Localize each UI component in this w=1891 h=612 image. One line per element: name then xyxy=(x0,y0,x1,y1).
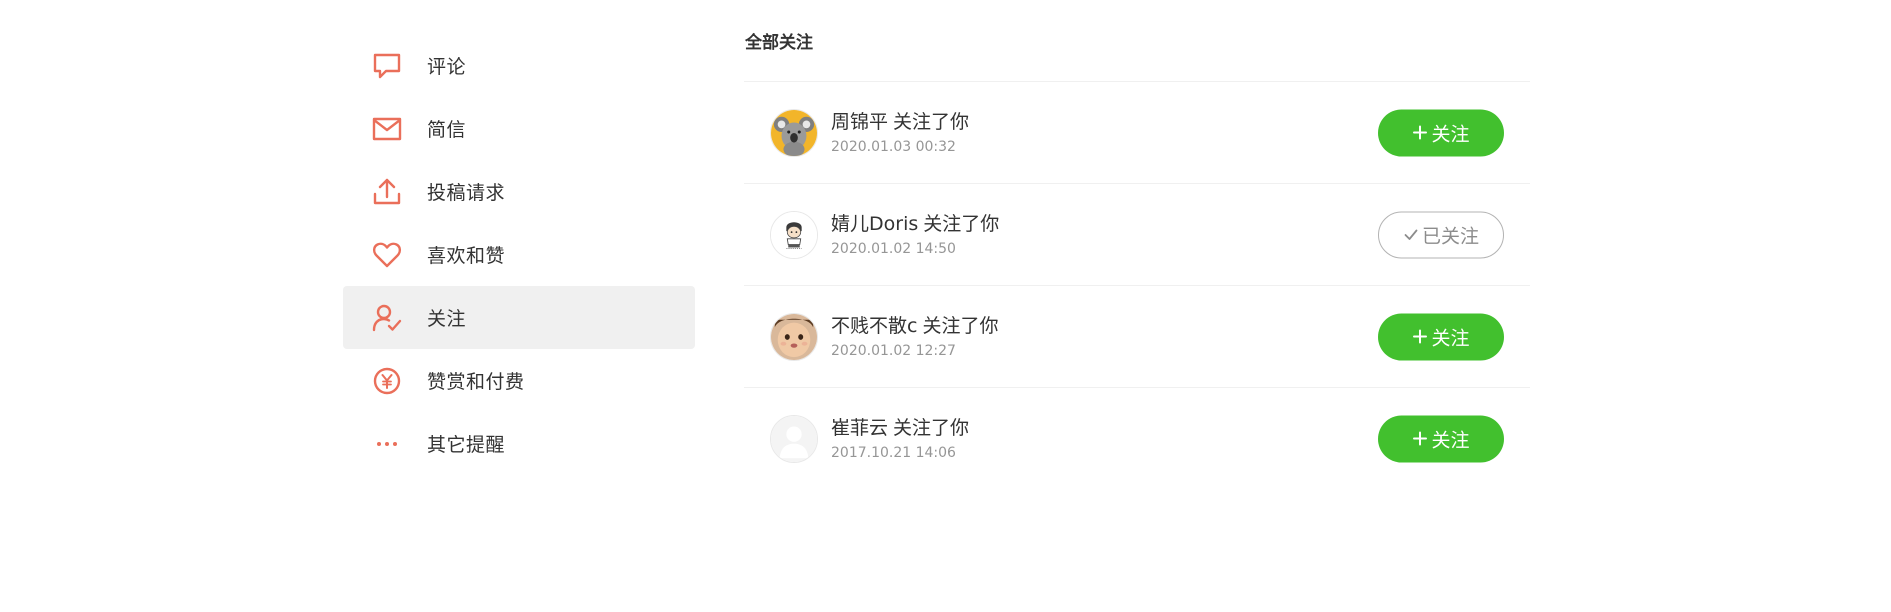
notification-info: 不贱不散c 关注了你 2020.01.02 12:27 xyxy=(831,314,998,360)
notification-action: 关注了你 xyxy=(893,416,970,439)
notification-action: 关注了你 xyxy=(893,110,970,133)
notification-text: 周锦平 关注了你 xyxy=(831,110,969,134)
notification-list: 周锦平 关注了你 2020.01.03 00:32 关注 婧儿Doris 关注了… xyxy=(744,81,1530,489)
sidebar-item-label: 其它提醒 xyxy=(427,434,506,456)
sidebar-item-label: 关注 xyxy=(427,308,467,330)
timestamp: 2017.10.21 14:06 xyxy=(831,444,956,461)
notification-action: 关注了你 xyxy=(922,314,999,337)
sidebar-item-likes[interactable]: 喜欢和赞 xyxy=(343,223,695,286)
yen-icon xyxy=(372,366,402,396)
follow-button[interactable]: 关注 xyxy=(1378,313,1504,360)
notification-info: 婧儿Doris 关注了你 2020.01.02 14:50 xyxy=(831,212,999,258)
notification-text: 不贱不散c 关注了你 xyxy=(831,314,998,338)
sidebar-item-submissions[interactable]: 投稿请求 xyxy=(343,160,695,223)
follow-button-label: 关注 xyxy=(1431,429,1470,451)
username-link[interactable]: 周锦平 xyxy=(831,111,888,133)
follow-button-label: 关注 xyxy=(1431,327,1470,349)
list-item: 崔菲云 关注了你 2017.10.21 14:06 关注 xyxy=(744,388,1530,489)
plus-icon xyxy=(1412,431,1428,447)
sidebar-item-label: 喜欢和赞 xyxy=(427,245,506,267)
baby-avatar[interactable] xyxy=(770,312,818,361)
list-item: 婧儿Doris 关注了你 2020.01.02 14:50 已关注 xyxy=(744,184,1530,286)
plus-icon xyxy=(1412,125,1428,141)
sidebar-item-label: 赞赏和付费 xyxy=(427,371,525,393)
follow-button[interactable]: 关注 xyxy=(1378,109,1504,156)
username-link[interactable]: 婧儿Doris xyxy=(831,213,918,235)
comment-icon xyxy=(372,51,402,81)
list-item: 周锦平 关注了你 2020.01.03 00:32 关注 xyxy=(744,82,1530,184)
list-item: 不贱不散c 关注了你 2020.01.02 12:27 关注 xyxy=(744,286,1530,388)
upload-icon xyxy=(372,177,402,207)
timestamp: 2020.01.03 00:32 xyxy=(831,138,956,155)
notification-info: 崔菲云 关注了你 2017.10.21 14:06 xyxy=(831,416,969,462)
user-check-icon xyxy=(372,303,402,333)
plus-icon xyxy=(1412,329,1428,345)
sidebar-item-messages[interactable]: 简信 xyxy=(343,97,695,160)
follow-notifications-panel: 全部关注 周锦平 关注了你 2020.01.03 00:32 关注 婧儿Dori… xyxy=(744,30,1530,489)
timestamp: 2020.01.02 14:50 xyxy=(831,240,956,257)
timestamp: 2020.01.02 12:27 xyxy=(831,342,956,359)
heart-icon xyxy=(372,240,402,270)
notification-text: 崔菲云 关注了你 xyxy=(831,416,969,440)
follow-button[interactable]: 关注 xyxy=(1378,415,1504,462)
username-link[interactable]: 崔菲云 xyxy=(831,417,888,439)
following-button-label: 已关注 xyxy=(1421,225,1479,247)
follow-button-label: 关注 xyxy=(1431,123,1470,145)
sidebar-item-follows[interactable]: 关注 xyxy=(343,286,695,349)
mail-icon xyxy=(372,114,402,144)
sidebar-item-other[interactable]: 其它提醒 xyxy=(343,412,695,475)
notification-text: 婧儿Doris 关注了你 xyxy=(831,212,999,236)
username-link[interactable]: 不贱不散c xyxy=(831,315,917,337)
default-avatar[interactable] xyxy=(770,414,818,463)
notification-info: 周锦平 关注了你 2020.01.03 00:32 xyxy=(831,110,969,156)
sidebar-item-label: 评论 xyxy=(427,56,467,78)
sidebar-item-rewards[interactable]: 赞赏和付费 xyxy=(343,349,695,412)
koala-avatar[interactable] xyxy=(770,108,818,157)
sidebar-item-label: 投稿请求 xyxy=(427,182,506,204)
more-dots-icon xyxy=(372,429,402,459)
following-button[interactable]: 已关注 xyxy=(1378,211,1504,258)
notification-action: 关注了你 xyxy=(923,212,1000,235)
sidebar-item-label: 简信 xyxy=(427,119,467,141)
page-title: 全部关注 xyxy=(745,33,813,53)
check-icon xyxy=(1403,227,1419,243)
sidebar-item-comments[interactable]: 评论 xyxy=(343,34,695,97)
notification-sidebar: 评论 简信 投稿请求 喜欢和赞 关注 赞赏和付费 其它提醒 xyxy=(343,34,695,475)
cartoon-avatar[interactable] xyxy=(770,210,818,259)
